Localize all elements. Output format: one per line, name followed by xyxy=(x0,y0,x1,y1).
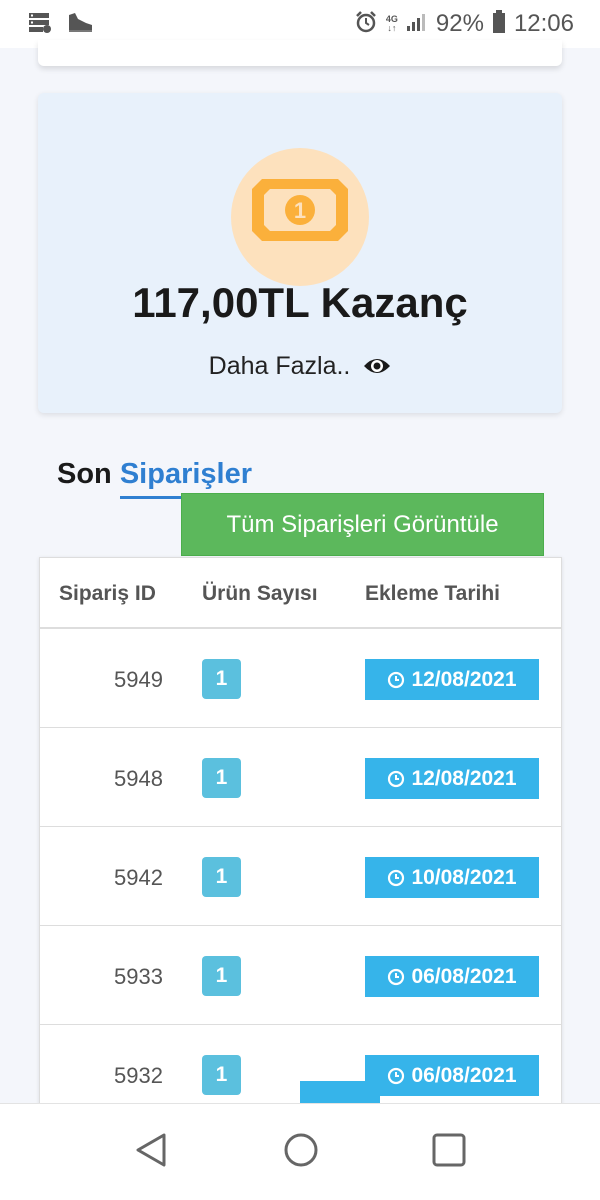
home-button[interactable] xyxy=(283,1132,319,1172)
order-id: 5933 xyxy=(114,964,163,989)
orders-table: Sipariş ID Ürün Sayısı Ekleme Tarihi 594… xyxy=(39,557,562,1117)
alarm-clock-icon xyxy=(354,10,378,39)
eye-icon xyxy=(364,359,391,374)
storage-notification-icon xyxy=(28,11,52,38)
clock-icon xyxy=(388,671,405,688)
view-all-orders-button[interactable]: Tüm Siparişleri Görüntüle xyxy=(181,493,544,556)
recent-orders-heading-accent: Siparişler xyxy=(119,458,253,490)
recent-orders-heading-prefix: Son xyxy=(57,458,112,490)
clock-icon xyxy=(388,770,405,787)
order-date: 12/08/2021 xyxy=(411,766,517,790)
floating-action-button[interactable] xyxy=(300,1081,380,1105)
money-bill-digit: 1 xyxy=(294,198,306,223)
more-details-link[interactable]: Daha Fazla.. xyxy=(38,351,562,381)
battery-icon xyxy=(492,9,506,39)
date-badge: 12/08/2021 xyxy=(365,758,539,799)
earnings-title: 117,00TL Kazanç xyxy=(132,279,468,326)
date-badge: 12/08/2021 xyxy=(365,659,539,700)
money-icon-circle: 1 xyxy=(231,148,369,286)
column-header-date: Ekleme Tarihi xyxy=(365,582,501,605)
table-row[interactable]: 5942 1 10/08/2021 xyxy=(40,827,561,926)
earnings-card: 1 117,00TL Kazanç Daha Fazla.. xyxy=(38,93,562,413)
order-date: 06/08/2021 xyxy=(411,1063,517,1087)
table-header: Sipariş ID Ürün Sayısı Ekleme Tarihi xyxy=(40,558,561,629)
previous-card xyxy=(38,40,562,66)
order-id: 5942 xyxy=(114,865,163,890)
order-id: 5932 xyxy=(114,1063,163,1088)
clock-icon xyxy=(388,869,405,886)
network-type-icon: 4G ↓↑ xyxy=(385,14,398,33)
order-id: 5948 xyxy=(114,766,163,791)
home-circle-icon xyxy=(284,1133,318,1167)
order-date: 06/08/2021 xyxy=(411,964,517,988)
signal-icon xyxy=(406,12,428,37)
column-header-item-count: Ürün Sayısı xyxy=(202,582,318,605)
battery-percent: 92% xyxy=(435,10,484,37)
clock-icon xyxy=(388,968,405,985)
clock-time: 12:06 xyxy=(513,10,574,37)
recent-apps-square-icon xyxy=(432,1133,466,1167)
recent-apps-button[interactable] xyxy=(432,1132,466,1172)
item-count-badge: 1 xyxy=(202,1055,241,1095)
item-count-badge: 1 xyxy=(202,857,241,897)
system-navigation-bar xyxy=(0,1103,600,1200)
table-row[interactable]: 5949 1 12/08/2021 xyxy=(40,629,561,728)
table-row[interactable]: 5948 1 12/08/2021 xyxy=(40,728,561,827)
money-bill-icon: 1 xyxy=(252,179,348,241)
recent-orders-heading: Son Siparişler xyxy=(57,458,252,491)
order-date: 10/08/2021 xyxy=(411,865,517,889)
item-count-badge: 1 xyxy=(202,956,241,996)
date-badge: 06/08/2021 xyxy=(365,1055,539,1096)
order-id: 5949 xyxy=(114,667,163,692)
network-type-label: 4G xyxy=(385,14,398,24)
item-count-badge: 1 xyxy=(202,758,241,798)
running-shoe-icon xyxy=(66,11,94,38)
item-count-badge: 1 xyxy=(202,659,241,699)
back-triangle-icon xyxy=(136,1133,166,1167)
table-row[interactable]: 5933 1 06/08/2021 xyxy=(40,926,561,1025)
back-button[interactable] xyxy=(134,1132,168,1172)
clock-icon xyxy=(388,1067,405,1084)
date-badge: 06/08/2021 xyxy=(365,956,539,997)
column-header-order-id: Sipariş ID xyxy=(59,582,156,605)
date-badge: 10/08/2021 xyxy=(365,857,539,898)
more-details-label: Daha Fazla.. xyxy=(208,351,351,380)
order-date: 12/08/2021 xyxy=(411,667,517,691)
